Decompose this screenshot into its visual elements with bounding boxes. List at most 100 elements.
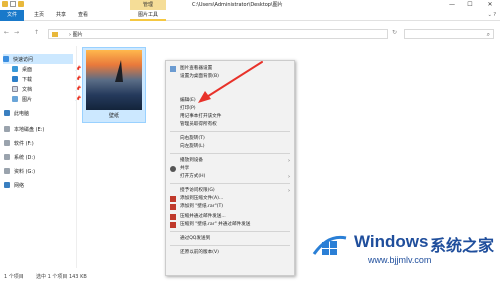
sidebar-item-label: 此电脑 — [14, 110, 30, 117]
close-button[interactable]: ✕ — [482, 0, 498, 10]
menu-item-label: 向右旋转(T) — [180, 136, 205, 141]
watermark-cn: 系统之家 — [430, 238, 495, 255]
menu-item-add-to-archive[interactable]: 添加到压缩文件(A)... — [166, 195, 294, 203]
properties-icon[interactable] — [10, 1, 16, 7]
menu-item-cast-to-device[interactable]: 播放到设备 › — [166, 157, 294, 165]
path-input[interactable]: › 图片 — [48, 29, 388, 39]
sidebar-item-label: 软件 (F:) — [14, 140, 34, 147]
menu-item-open-with-notepad[interactable]: 用记事本打开该文件 — [166, 113, 294, 121]
sidebar-item-label: 资料 (G:) — [14, 168, 36, 175]
refresh-button[interactable]: ↻ — [392, 29, 397, 36]
search-icon: ⌕ — [486, 31, 490, 38]
help-icon[interactable]: ⌄ ? — [488, 12, 496, 18]
sidebar-item-desktop[interactable]: 桌面 📌 — [12, 64, 81, 74]
winrar-icon — [170, 222, 176, 228]
breadcrumb[interactable]: › 图片 — [69, 31, 83, 38]
sidebar-item-label: 桌面 — [22, 66, 33, 73]
menu-item-take-ownership[interactable]: 管理员取得所有权 — [166, 121, 294, 129]
title-bar: 管理 C:\Users\Administrator\Desktop\图片 — ☐… — [0, 0, 500, 10]
watermark-url: www.bjjmlv.com — [368, 255, 432, 265]
menu-item-add-to-rar[interactable]: 添加到 "壁纸.rar"(T) — [166, 203, 294, 211]
navigation-pane: 快速访问 桌面 📌 下载 📌 文档 📌 图片 📌 此电脑 本地磁盘 (E:) 软… — [0, 46, 81, 268]
folder-icon — [52, 32, 58, 37]
chevron-right-icon: › — [288, 158, 290, 164]
watermark-title: Windows — [354, 232, 429, 251]
status-bar: 1 个项目 选中 1 个项目 143 KB — [0, 270, 500, 282]
manage-tab-header: 管理 — [130, 0, 166, 10]
menu-separator — [170, 245, 290, 246]
chevron-right-icon: › — [288, 188, 290, 194]
menu-item-compress-and-email[interactable]: 压缩并通过邮件发送... — [166, 213, 294, 221]
tab-file[interactable]: 文件 — [0, 10, 24, 21]
menu-separator — [170, 131, 290, 132]
sidebar-item-drive-f[interactable]: 软件 (F:) — [4, 138, 72, 148]
menu-item-label: 打开方式(H) — [180, 174, 206, 179]
tab-picture-tools[interactable]: 图片工具 — [130, 10, 166, 21]
menu-item-send-via-qq[interactable]: 通过QQ发送到 — [166, 235, 294, 243]
sidebar-item-downloads[interactable]: 下载 📌 — [12, 74, 81, 84]
ribbon-tabs: 文件 主页 共享 查看 图片工具 ⌄ ? — [0, 10, 500, 21]
menu-item-rotate-left[interactable]: 向左旋转(L) — [166, 143, 294, 151]
sidebar-item-this-pc[interactable]: 此电脑 — [4, 108, 72, 118]
pane-divider[interactable] — [76, 46, 77, 268]
item-count: 1 个项目 — [4, 274, 24, 280]
sidebar-item-drive-d[interactable]: 系统 (D:) — [4, 152, 72, 162]
sidebar-item-network[interactable]: 网络 — [4, 180, 72, 190]
menu-item-label: 共享 — [180, 166, 190, 171]
desktop-icon — [12, 66, 18, 72]
menu-item-label: 压缩到 "壁纸.rar" 并通过邮件发送 — [180, 222, 251, 227]
up-button[interactable]: ↑ — [34, 29, 39, 36]
network-icon — [4, 182, 10, 188]
menu-item-compress-rar-and-email[interactable]: 压缩到 "壁纸.rar" 并通过邮件发送 — [166, 221, 294, 229]
arrow-head — [198, 91, 211, 103]
sidebar-item-drive-e[interactable]: 本地磁盘 (E:) — [4, 124, 72, 134]
chevron-right-icon: › — [288, 174, 290, 180]
menu-item-grant-access[interactable]: 授予访问权限(G) › — [166, 187, 294, 195]
menu-item-share[interactable]: 共享 — [166, 165, 294, 173]
back-button[interactable]: ← — [4, 29, 9, 36]
menu-item-restore-previous-versions[interactable]: 还原以前的版本(V) — [166, 249, 294, 257]
tab-home[interactable]: 主页 — [30, 10, 48, 21]
file-item[interactable]: 壁纸 — [82, 47, 146, 123]
sidebar-item-label: 文档 — [22, 86, 33, 93]
menu-item-rotate-right[interactable]: 向右旋转(T) — [166, 135, 294, 143]
star-icon — [3, 56, 9, 62]
address-bar: ← → ↑ › 图片 ↻ ⌕ — [0, 28, 500, 40]
menu-item-label: 还原以前的版本(V) — [180, 250, 219, 255]
sailboat-icon — [115, 60, 123, 82]
sidebar-item-label: 快速访问 — [13, 56, 34, 63]
sidebar-item-drive-g[interactable]: 资料 (G:) — [4, 166, 72, 176]
drive-icon — [4, 126, 10, 132]
menu-separator — [170, 231, 290, 232]
menu-item-label: 通过QQ发送到 — [180, 236, 211, 241]
forward-button[interactable]: → — [14, 29, 19, 36]
drive-icon — [4, 140, 10, 146]
menu-item-label: 添加到压缩文件(A)... — [180, 196, 224, 201]
minimize-button[interactable]: — — [444, 0, 460, 10]
menu-item-label: 授予访问权限(G) — [180, 188, 215, 193]
sidebar-item-pictures[interactable]: 图片 📌 — [12, 94, 81, 104]
menu-separator — [170, 183, 290, 184]
sidebar-item-label: 网络 — [14, 182, 25, 189]
sidebar-item-label: 系统 (D:) — [14, 154, 36, 161]
menu-separator — [170, 153, 290, 154]
pictures-icon — [12, 96, 18, 102]
search-input[interactable]: ⌕ — [404, 29, 494, 39]
sidebar-item-quick-access[interactable]: 快速访问 — [3, 54, 73, 64]
tab-view[interactable]: 查看 — [74, 10, 92, 21]
menu-item-label: 向左旋转(L) — [180, 144, 205, 149]
menu-item-label: 管理员取得所有权 — [180, 122, 217, 127]
new-folder-icon[interactable] — [18, 1, 24, 7]
sidebar-item-documents[interactable]: 文档 📌 — [12, 84, 81, 94]
windows-logo-icon — [312, 235, 347, 255]
maximize-button[interactable]: ☐ — [462, 0, 478, 10]
menu-item-open-with[interactable]: 打开方式(H) › — [166, 173, 294, 181]
download-icon — [12, 76, 18, 82]
menu-item-label: 播放到设备 — [180, 158, 203, 163]
menu-item-label: 添加到 "壁纸.rar"(T) — [180, 204, 224, 209]
sidebar-item-label: 本地磁盘 (E:) — [14, 126, 45, 133]
pc-icon — [4, 110, 10, 116]
tab-share[interactable]: 共享 — [52, 10, 70, 21]
file-name: 壁纸 — [108, 113, 119, 119]
winrar-icon — [170, 204, 176, 210]
